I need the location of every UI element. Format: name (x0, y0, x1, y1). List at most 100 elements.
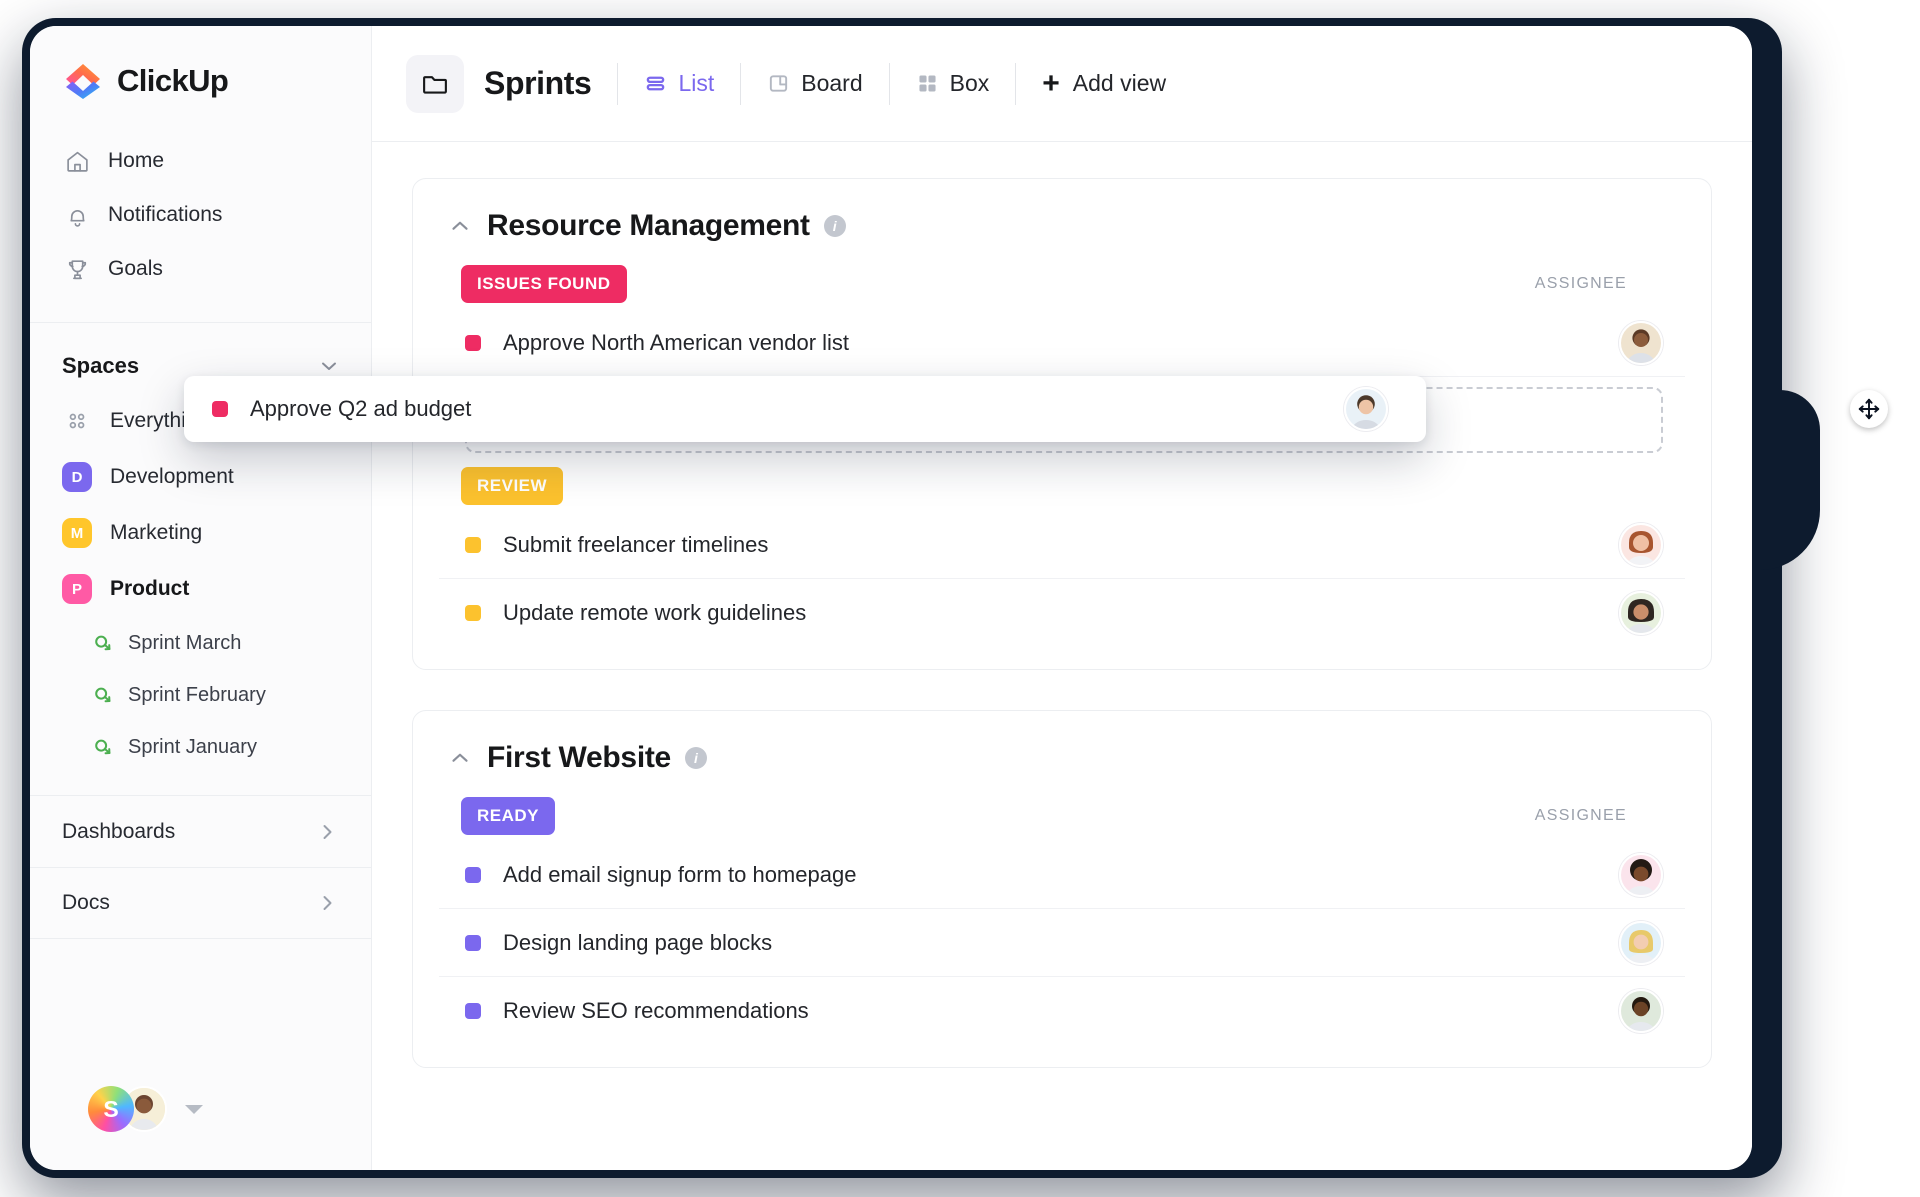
app-window: ClickUp Home Notifications Goals Spaces … (30, 26, 1752, 1170)
chevron-down-icon[interactable] (317, 354, 341, 378)
tab-label: List (678, 70, 715, 96)
spaces-title: Spaces (62, 353, 140, 378)
task-name: Approve Q2 ad budget (250, 396, 472, 421)
sidebar-item-label: Notifications (108, 203, 223, 226)
tab-board[interactable]: Board (741, 55, 888, 113)
status-dot (465, 866, 481, 883)
task-name: Submit freelancer timelines (503, 531, 769, 557)
chevron-right-icon (315, 820, 339, 844)
space-badge-product: P (62, 574, 92, 604)
sidebar-item-docs[interactable]: Docs (30, 867, 371, 939)
sidebar-item-home[interactable]: Home (30, 134, 371, 188)
status-dot (465, 1003, 481, 1019)
add-view-button[interactable]: + Add view (1016, 55, 1192, 113)
group-header[interactable]: Resource Management i (447, 209, 1685, 243)
avatar[interactable] (1619, 920, 1663, 965)
add-view-label: Add view (1072, 70, 1167, 96)
sidebar-item-development[interactable]: D Development (30, 449, 371, 505)
space-badge-marketing: M (62, 518, 92, 548)
status-badge[interactable]: READY (461, 797, 556, 835)
main-content: Sprints List Board Box + Add view Resour… (372, 26, 1752, 1170)
info-icon[interactable]: i (823, 215, 846, 237)
task-name: Approve North American vendor list (503, 329, 850, 355)
info-icon[interactable]: i (684, 747, 707, 769)
box-view-icon (916, 72, 939, 95)
sidebar-item-label: Home (108, 149, 165, 172)
sidebar-item-sprint-january[interactable]: Sprint January (30, 721, 371, 773)
sprint-icon (92, 684, 114, 706)
sidebar-item-sprint-march[interactable]: Sprint March (30, 617, 371, 669)
sidebar-item-label: Development (110, 465, 234, 488)
board-view-icon (767, 72, 790, 95)
app-screenshot: ClickUp Home Notifications Goals Spaces … (0, 0, 1920, 1197)
move-cursor-icon (1850, 390, 1888, 428)
status-badge[interactable]: REVIEW (461, 467, 564, 505)
sidebar-item-dashboards[interactable]: Dashboards (30, 795, 371, 867)
trophy-icon (64, 256, 90, 282)
plus-icon: + (1042, 66, 1060, 100)
bell-icon (64, 202, 90, 228)
task-list-area: Resource Management i ISSUES FOUND ASSIG… (372, 142, 1752, 1170)
sidebar-item-goals[interactable]: Goals (30, 242, 371, 296)
tab-box[interactable]: Box (890, 55, 1016, 113)
group-title: First Website (487, 741, 671, 774)
sidebar-item-product[interactable]: P Product (30, 561, 371, 617)
sidebar-item-label: Product (110, 577, 190, 600)
sidebar-item-label: Marketing (110, 521, 203, 544)
avatar[interactable] (1619, 591, 1663, 635)
status-dot (212, 401, 228, 417)
avatar[interactable] (1619, 989, 1663, 1033)
group-header[interactable]: First Website i (447, 741, 1685, 775)
table-row[interactable]: Review SEO recommendations (439, 977, 1685, 1045)
status-dot (465, 334, 481, 351)
sidebar-item-label: Sprint February (128, 683, 266, 706)
assignee-column-header: ASSIGNEE (1534, 275, 1627, 292)
tab-list[interactable]: List (618, 55, 740, 113)
group-title: Resource Management (487, 209, 810, 242)
home-icon (64, 148, 90, 174)
avatar[interactable] (1619, 522, 1663, 567)
table-row[interactable]: Submit freelancer timelines (439, 511, 1685, 579)
status-dot (465, 536, 481, 553)
sidebar-item-sprint-february[interactable]: Sprint February (30, 669, 371, 721)
brand-name: ClickUp (117, 63, 229, 98)
dragged-task-card[interactable]: Approve Q2 ad budget (184, 376, 1426, 442)
chevron-up-icon[interactable] (447, 213, 473, 239)
table-row[interactable]: Approve North American vendor list (439, 309, 1685, 377)
table-row[interactable]: Add email signup form to homepage (439, 841, 1685, 909)
table-row[interactable]: Design landing page blocks (439, 909, 1685, 977)
secondary-nav: Dashboards Docs (30, 795, 371, 939)
sidebar-item-marketing[interactable]: M Marketing (30, 505, 371, 561)
sidebar-item-label: Dashboards (62, 819, 176, 843)
avatar[interactable] (1619, 852, 1663, 897)
status-header-ready: READY ASSIGNEE (461, 797, 1685, 835)
task-name: Review SEO recommendations (503, 998, 809, 1023)
chevron-right-icon (315, 891, 339, 915)
caret-down-icon[interactable] (185, 1104, 203, 1114)
user-account-row[interactable]: S (30, 1086, 203, 1170)
sidebar-item-label: Sprint January (128, 735, 257, 758)
tab-label: Board (801, 70, 863, 96)
space-badge-development: D (62, 462, 92, 492)
sprint-icon (92, 632, 114, 654)
task-name: Update remote work guidelines (503, 600, 807, 625)
page-title: Sprints (484, 65, 592, 101)
sidebar-item-label: Docs (62, 891, 110, 914)
primary-nav: Home Notifications Goals (30, 130, 371, 322)
status-badge[interactable]: ISSUES FOUND (461, 265, 627, 303)
status-header-review: REVIEW (461, 467, 1685, 505)
sidebar-item-notifications[interactable]: Notifications (30, 188, 371, 242)
folder-icon[interactable] (406, 54, 464, 113)
workspace-avatar[interactable]: S (88, 1086, 134, 1132)
tab-label: Box (949, 70, 990, 96)
sprint-icon (92, 736, 114, 758)
grid-dots-icon (62, 406, 92, 436)
sidebar-item-label: Goals (108, 257, 163, 280)
avatar[interactable] (1619, 320, 1663, 365)
table-row[interactable]: Update remote work guidelines (439, 579, 1685, 647)
list-view-icon (644, 72, 667, 95)
clickup-logo-icon (62, 60, 104, 102)
avatar[interactable] (1344, 387, 1388, 431)
brand-logo[interactable]: ClickUp (30, 26, 371, 130)
chevron-up-icon[interactable] (447, 745, 473, 771)
